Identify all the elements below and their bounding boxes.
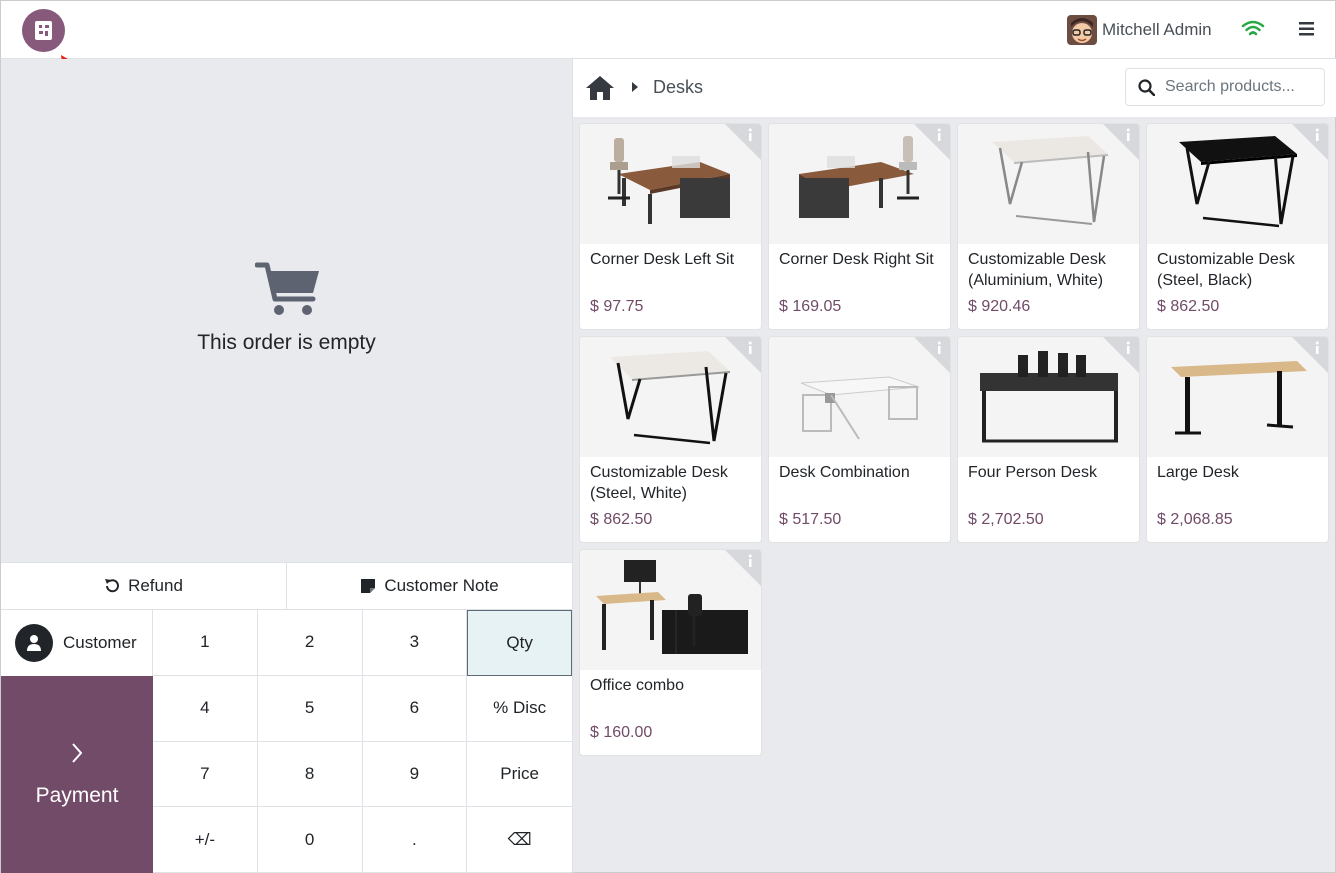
product-price: $ 517.50 [779,511,842,528]
user-menu[interactable]: Mitchell Admin [1067,14,1212,46]
payment-label: Payment [35,783,119,807]
product-info-icon[interactable] [1292,124,1328,160]
sticky-note-icon [361,579,376,593]
product-name: Desk Combination [779,464,910,481]
top-bar: Mitchell Admin [0,0,1336,105]
order-list: This order is empty [1,59,572,562]
wifi-icon[interactable] [1241,20,1265,38]
empty-order-message: This order is empty [197,331,376,354]
product-card[interactable]: Corner Desk Left Sit $ 97.75 [579,123,762,330]
control-buttons: Refund Customer Note [1,562,572,610]
product-price: $ 862.50 [1157,298,1220,315]
plus-minus-key[interactable]: +/- [153,807,258,873]
product-info-icon[interactable] [1103,124,1139,160]
product-card[interactable]: Four Person Desk $ 2,702.50 [957,336,1140,543]
key-9[interactable]: 9 [362,741,468,808]
home-icon[interactable] [585,75,615,101]
products-panel: Desks Corner Desk Left Sit $ 97.75 Corner… [572,59,1336,873]
product-price: $ 169.05 [779,298,842,315]
customer-button[interactable]: Customer [1,610,153,676]
product-card[interactable]: Desk Combination $ 517.50 [768,336,951,543]
numpad-keys: 1 2 3 Qty 4 5 6 % Disc 7 8 9 Price +/- 0… [153,610,572,873]
decimal-key[interactable]: . [362,807,468,873]
product-card[interactable]: Corner Desk Right Sit $ 169.05 [768,123,951,330]
breadcrumb-desks[interactable]: Desks [653,77,703,98]
pos-logo-button[interactable] [22,9,65,52]
product-card[interactable]: Customizable Desk (Steel, White) $ 862.50 [579,336,762,543]
refund-button[interactable]: Refund [1,563,286,609]
product-info-icon[interactable] [914,337,950,373]
backspace-key[interactable]: ⌫ [467,807,572,873]
product-price: $ 160.00 [590,724,653,741]
refund-label: Refund [128,576,183,595]
customer-label: Customer [63,633,137,652]
search-icon [1138,78,1155,96]
discount-mode-button[interactable]: % Disc [467,675,572,742]
product-info-icon[interactable] [725,550,761,586]
key-8[interactable]: 8 [257,741,363,808]
key-6[interactable]: 6 [362,675,468,742]
customer-note-button[interactable]: Customer Note [286,563,572,609]
product-card[interactable]: Customizable Desk (Steel, Black) $ 862.50 [1146,123,1329,330]
customer-note-label: Customer Note [384,576,499,595]
key-7[interactable]: 7 [153,741,258,808]
product-name: Corner Desk Right Sit [779,251,934,268]
product-name: Large Desk [1157,464,1239,481]
product-info-icon[interactable] [725,124,761,160]
product-card[interactable]: Customizable Desk (Aluminium, White) $ 92… [957,123,1140,330]
product-name: Customizable Desk (Steel, Black) [1157,251,1295,289]
product-name: Four Person Desk [968,464,1097,481]
user-name: Mitchell Admin [1102,20,1212,39]
user-icon [15,624,53,662]
hamburger-menu-icon[interactable] [1298,20,1316,38]
product-card[interactable]: Office combo $ 160.00 [579,549,762,756]
product-price: $ 920.46 [968,298,1031,315]
user-avatar [1067,15,1097,45]
product-info-icon[interactable] [1292,337,1328,373]
caret-right-icon [632,82,638,92]
product-price: $ 2,702.50 [968,511,1044,528]
payment-button[interactable]: Payment [1,676,153,873]
empty-cart-icon [255,262,319,315]
key-5[interactable]: 5 [257,675,363,742]
product-price: $ 97.75 [590,298,644,315]
key-0[interactable]: 0 [257,807,363,873]
chevron-right-icon [72,742,83,763]
order-panel: This order is empty Refund Customer Note [0,59,572,873]
search-input[interactable] [1165,78,1315,96]
product-info-icon[interactable] [1103,337,1139,373]
product-name: Customizable Desk (Steel, White) [590,464,728,502]
qty-mode-button[interactable]: Qty [467,610,572,676]
numpad-area: Customer Payment 1 2 3 Qty 4 5 6 % Disc … [1,610,572,873]
key-3[interactable]: 3 [362,610,468,676]
product-info-icon[interactable] [914,124,950,160]
product-name: Customizable Desk (Aluminium, White) [968,251,1106,289]
key-1[interactable]: 1 [153,610,258,676]
key-2[interactable]: 2 [257,610,363,676]
key-4[interactable]: 4 [153,675,258,742]
product-grid: Corner Desk Left Sit $ 97.75 Corner Desk … [579,123,1331,756]
product-card[interactable]: Large Desk $ 2,068.85 [1146,336,1329,543]
breadcrumb: Desks [573,59,1336,117]
product-name: Office combo [590,677,684,694]
search-box[interactable] [1125,68,1325,106]
product-name: Corner Desk Left Sit [590,251,735,268]
price-mode-button[interactable]: Price [467,741,572,808]
product-price: $ 862.50 [590,511,653,528]
product-price: $ 2,068.85 [1157,511,1233,528]
product-info-icon[interactable] [725,337,761,373]
logo-icon [35,21,52,40]
undo-icon [105,579,120,593]
